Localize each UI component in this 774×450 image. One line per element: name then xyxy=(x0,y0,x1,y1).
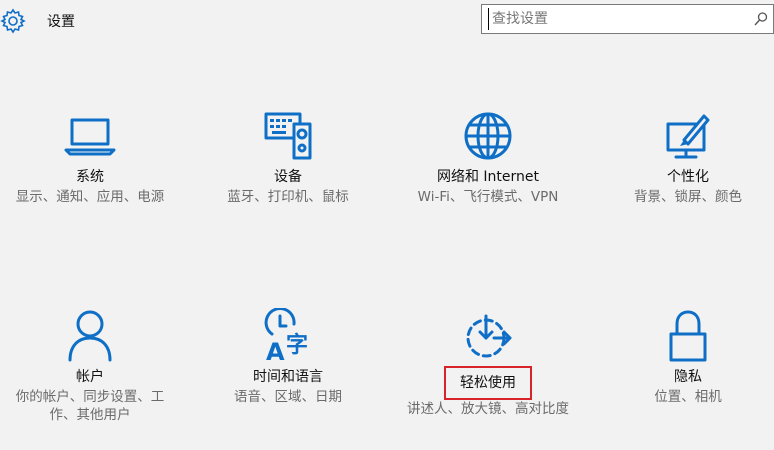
tile-network[interactable]: 网络和 Internet Wi-Fi、飞行模式、VPN xyxy=(398,108,578,206)
tile-description: 背景、锁屏、颜色 xyxy=(634,189,742,205)
header-bar: 设置 xyxy=(0,0,774,44)
gear-icon[interactable] xyxy=(0,8,26,34)
tile-time-language[interactable]: A 字 时间和语言 语音、区域、日期 xyxy=(198,308,378,406)
tile-description: Wi-Fi、飞行模式、VPN xyxy=(417,189,559,205)
tile-system[interactable]: 系统 显示、通知、应用、电源 xyxy=(0,108,180,206)
tile-privacy[interactable]: 隐私 位置、相机 xyxy=(598,308,774,406)
tile-title: 帐户 xyxy=(76,369,104,385)
tile-personalization[interactable]: 个性化 背景、锁屏、颜色 xyxy=(598,108,774,206)
tile-title: 时间和语言 xyxy=(253,369,323,385)
search-input[interactable] xyxy=(488,8,742,30)
svg-text:A: A xyxy=(266,338,285,364)
ease-of-access-icon xyxy=(466,314,512,358)
tile-description: 你的帐户、同步设置、工作、其他用户 xyxy=(15,389,165,423)
tile-devices[interactable]: 设备 蓝牙、打印机、鼠标 xyxy=(198,108,378,206)
tile-title: 个性化 xyxy=(667,169,709,185)
globe-icon xyxy=(464,112,512,160)
tile-description: 显示、通知、应用、电源 xyxy=(15,189,165,205)
tile-description: 讲述人、放大镜、高对比度 xyxy=(407,401,569,417)
laptop-icon xyxy=(64,118,116,156)
tile-title: 轻松使用 xyxy=(444,366,532,400)
page-title: 设置 xyxy=(47,14,75,30)
search-icon[interactable] xyxy=(753,11,769,27)
tile-description: 蓝牙、打印机、鼠标 xyxy=(227,189,349,205)
tile-description: 位置、相机 xyxy=(654,389,722,405)
search-box[interactable] xyxy=(481,4,774,34)
devices-icon xyxy=(264,112,312,160)
tile-title: 设备 xyxy=(274,169,302,185)
person-icon xyxy=(68,310,112,362)
time-language-icon: A 字 xyxy=(264,308,308,364)
settings-window: 设置 系统 显示、通知、应用、电源 xyxy=(0,0,774,450)
personalization-icon xyxy=(666,114,710,159)
tile-title: 网络和 Internet xyxy=(436,169,540,185)
tile-title: 系统 xyxy=(76,169,104,185)
tile-ease-of-access[interactable]: 轻松使用 讲述人、放大镜、高对比度 xyxy=(398,308,578,418)
lock-icon xyxy=(669,310,707,362)
tile-title: 隐私 xyxy=(674,369,702,385)
tile-description: 语音、区域、日期 xyxy=(234,389,342,405)
tile-accounts[interactable]: 帐户 你的帐户、同步设置、工作、其他用户 xyxy=(0,308,180,424)
svg-text:字: 字 xyxy=(286,332,308,358)
